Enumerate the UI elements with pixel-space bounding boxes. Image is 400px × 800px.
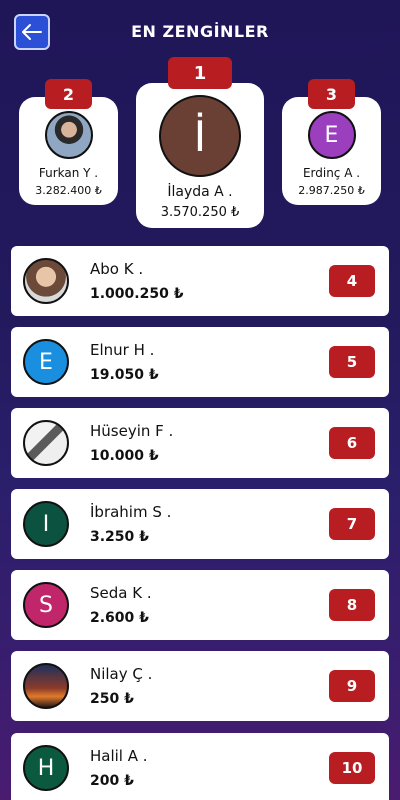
avatar: E bbox=[307, 111, 356, 159]
rank-badge-2: 2 bbox=[45, 79, 92, 109]
avatar-letter: S bbox=[39, 592, 53, 618]
rank-badge: 7 bbox=[329, 508, 375, 540]
player-amount: 10.000 ₺ bbox=[90, 448, 159, 464]
rank-badge: 6 bbox=[329, 427, 375, 459]
podium-name: İlayda A . bbox=[167, 184, 233, 200]
podium-amount: 3.570.250 ₺ bbox=[160, 205, 240, 220]
avatar bbox=[23, 258, 69, 304]
avatar: H bbox=[23, 745, 69, 791]
player-name: İbrahim S . bbox=[90, 503, 172, 521]
avatar-letter: H bbox=[37, 755, 55, 781]
player-amount: 250 ₺ bbox=[90, 691, 134, 707]
podium-amount: 3.282.400 ₺ bbox=[35, 184, 102, 197]
player-amount: 2.600 ₺ bbox=[90, 610, 149, 626]
player-name: Nilay Ç . bbox=[90, 665, 153, 683]
rank-badge-1: 1 bbox=[168, 57, 232, 89]
avatar bbox=[44, 111, 93, 159]
list-item[interactable]: Abo K . 1.000.250 ₺ 4 bbox=[11, 246, 389, 316]
player-amount: 19.050 ₺ bbox=[90, 367, 159, 383]
avatar bbox=[23, 420, 69, 466]
podium-amount: 2.987.250 ₺ bbox=[298, 184, 365, 197]
podium-card-2[interactable]: Furkan Y . 3.282.400 ₺ bbox=[19, 97, 118, 205]
rank-badge: 10 bbox=[329, 752, 375, 784]
list-item[interactable]: Nilay Ç . 250 ₺ 9 bbox=[11, 651, 389, 721]
list-item[interactable]: Hüseyin F . 10.000 ₺ 6 bbox=[11, 408, 389, 478]
player-amount: 200 ₺ bbox=[90, 773, 134, 789]
header: EN ZENGİNLER bbox=[0, 0, 400, 64]
avatar-letter: I bbox=[42, 511, 50, 537]
avatar: İ bbox=[159, 95, 241, 177]
player-name: Halil A . bbox=[90, 747, 148, 765]
list-item[interactable]: I İbrahim S . 3.250 ₺ 7 bbox=[11, 489, 389, 559]
rank-badge: 4 bbox=[329, 265, 375, 297]
podium-card-3[interactable]: E Erdinç A . 2.987.250 ₺ bbox=[282, 97, 381, 205]
podium-name: Furkan Y . bbox=[38, 166, 99, 180]
player-amount: 3.250 ₺ bbox=[90, 529, 149, 545]
rank-badge: 8 bbox=[329, 589, 375, 621]
list-item[interactable]: H Halil A . 200 ₺ 10 bbox=[11, 733, 389, 800]
rank-badge-3: 3 bbox=[308, 79, 355, 109]
avatar: E bbox=[23, 339, 69, 385]
podium-name: Erdinç A . bbox=[302, 166, 361, 180]
avatar-letter: E bbox=[324, 122, 339, 148]
avatar-letter: E bbox=[39, 349, 53, 375]
rank-badge: 9 bbox=[329, 670, 375, 702]
rank-badge: 5 bbox=[329, 346, 375, 378]
player-name: Hüseyin F . bbox=[90, 422, 174, 440]
avatar: S bbox=[23, 582, 69, 628]
player-name: Elnur H . bbox=[90, 341, 155, 359]
avatar: I bbox=[23, 501, 69, 547]
player-name: Abo K . bbox=[90, 260, 144, 278]
list-item[interactable]: E Elnur H . 19.050 ₺ 5 bbox=[11, 327, 389, 397]
page-title: EN ZENGİNLER bbox=[131, 22, 269, 41]
avatar bbox=[23, 663, 69, 709]
list-item[interactable]: S Seda K . 2.600 ₺ 8 bbox=[11, 570, 389, 640]
podium-card-1[interactable]: İ İlayda A . 3.570.250 ₺ bbox=[136, 83, 264, 228]
player-amount: 1.000.250 ₺ bbox=[90, 286, 184, 302]
player-name: Seda K . bbox=[90, 584, 152, 602]
avatar-letter: İ bbox=[193, 111, 207, 161]
